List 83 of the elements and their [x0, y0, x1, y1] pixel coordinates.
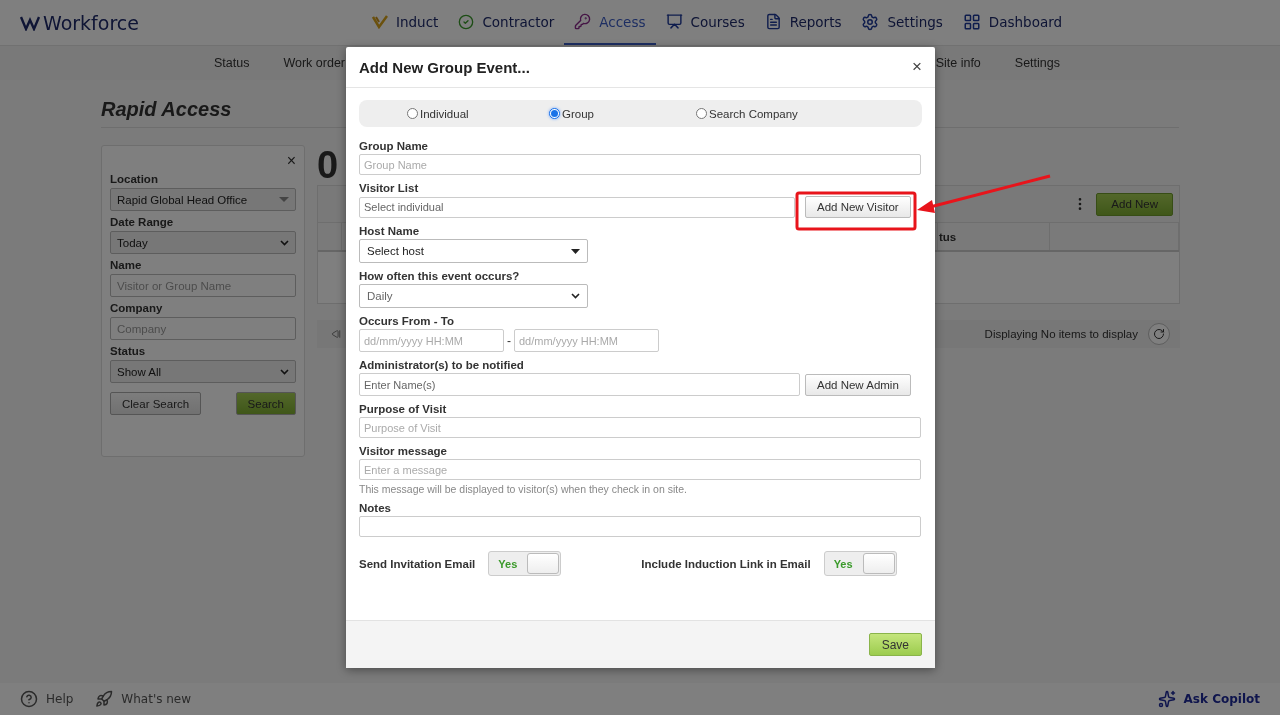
sparkle-icon [1157, 690, 1176, 708]
chevron-icon [280, 368, 289, 375]
select-field[interactable]: Select host [359, 239, 588, 263]
nav-tab[interactable]: Contractor [448, 0, 565, 45]
nav-tab[interactable]: Settings [851, 0, 953, 45]
field-label: Visitor message [359, 445, 448, 457]
input-field[interactable]: Enter Name(s) [359, 373, 800, 396]
add-visitor-button[interactable]: Add New Visitor [805, 196, 911, 218]
caret-icon [279, 197, 289, 202]
logo-text: Workforce [43, 11, 139, 34]
select-field[interactable]: Daily [359, 284, 588, 308]
logo-mark-icon [20, 14, 40, 31]
column-header: tus [938, 223, 1050, 250]
toggle-label: Send Invitation Email [359, 557, 476, 570]
refresh-icon [1153, 328, 1165, 340]
input-field[interactable]: Select individual [359, 196, 795, 218]
add-button[interactable]: Add New [1096, 192, 1173, 216]
radio-icon[interactable] [696, 108, 707, 119]
dialog-title: Add New Group Event... [359, 58, 530, 76]
copilot-link[interactable]: Ask Copilot [1157, 690, 1260, 708]
field-label: Group Name [359, 140, 429, 152]
pager-text: Displaying No items to display [984, 328, 1138, 340]
input-field[interactable]: Purpose of Visit [359, 417, 921, 438]
caret-icon [571, 248, 580, 254]
settings-icon [861, 12, 880, 31]
close-button[interactable]: × [912, 57, 922, 77]
toggle-switch[interactable]: Yes [488, 551, 562, 576]
field-label: Visitor List [359, 182, 420, 194]
field-label: Purpose of Visit [359, 403, 448, 415]
input-field[interactable]: Enter a message [359, 459, 921, 480]
nav-tab[interactable]: Dashboard [952, 0, 1073, 45]
document-icon [764, 13, 782, 30]
field-label: How often this event occurs? [359, 270, 521, 282]
date-field[interactable]: dd/mm/yyyy HH:MM [359, 329, 504, 352]
refresh-button[interactable] [1148, 323, 1170, 345]
v-check-icon [372, 14, 388, 29]
subnav-link[interactable]: Settings [997, 56, 1077, 70]
select-field[interactable]: Rapid Global Head Office [110, 188, 296, 211]
notes-field[interactable] [359, 516, 921, 537]
grid-icon [962, 12, 981, 31]
nav-tab[interactable]: Induct [362, 0, 449, 45]
field-label: Company [110, 302, 164, 314]
field-label: Occurs From - To [359, 315, 455, 327]
check-circle-icon [458, 13, 475, 30]
toggle-switch[interactable]: Yes [823, 551, 897, 576]
rocket-icon [95, 690, 114, 708]
radio-option[interactable]: Search Company [696, 107, 922, 120]
presentation-icon [665, 13, 683, 30]
field-label: Location [110, 173, 159, 185]
field-label: Host Name [359, 225, 421, 237]
range-dash: - [507, 333, 511, 348]
select-field[interactable]: Today [110, 231, 296, 254]
field-label: Date Range [110, 216, 175, 228]
hint-text: This message will be displayed to visitor(s) when they check in on site. [359, 483, 688, 495]
radio-option[interactable]: Individual [407, 107, 549, 120]
input-field[interactable]: Group Name [359, 154, 921, 175]
add-admin-button[interactable]: Add New Admin [805, 373, 911, 396]
field-label: Notes [359, 502, 392, 514]
search-button[interactable]: Search [235, 392, 296, 415]
radio-icon[interactable] [407, 108, 418, 119]
nav-tab[interactable]: Reports [754, 0, 852, 45]
chevron-icon [571, 293, 580, 299]
count-number: 0 [317, 145, 339, 185]
save-button[interactable]: Save [868, 633, 922, 656]
whats-new-link[interactable]: What's new [95, 690, 192, 708]
field-label: Administrator(s) to be notified [359, 359, 525, 371]
chevron-icon [280, 239, 289, 246]
field-label: Name [110, 259, 143, 271]
help-link[interactable]: Help [20, 690, 74, 708]
radio-icon[interactable] [549, 108, 560, 119]
nav-tab[interactable]: Courses [655, 0, 755, 45]
radio-option[interactable]: Group [549, 107, 696, 120]
date-field[interactable]: dd/mm/yyyy HH:MM [514, 329, 659, 352]
first-page-icon[interactable] [331, 329, 341, 339]
toggle-label: Include Induction Link in Email [641, 557, 811, 570]
select-field[interactable]: Show All [110, 360, 296, 383]
key-icon [574, 13, 592, 30]
help-icon [20, 690, 38, 708]
clear-button[interactable]: Clear Search [110, 392, 202, 415]
workforce-logo[interactable]: Workforce [20, 11, 362, 34]
subnav-link[interactable]: Status [197, 56, 267, 70]
field-label: Status [110, 345, 147, 357]
close-button[interactable]: × [286, 154, 296, 168]
